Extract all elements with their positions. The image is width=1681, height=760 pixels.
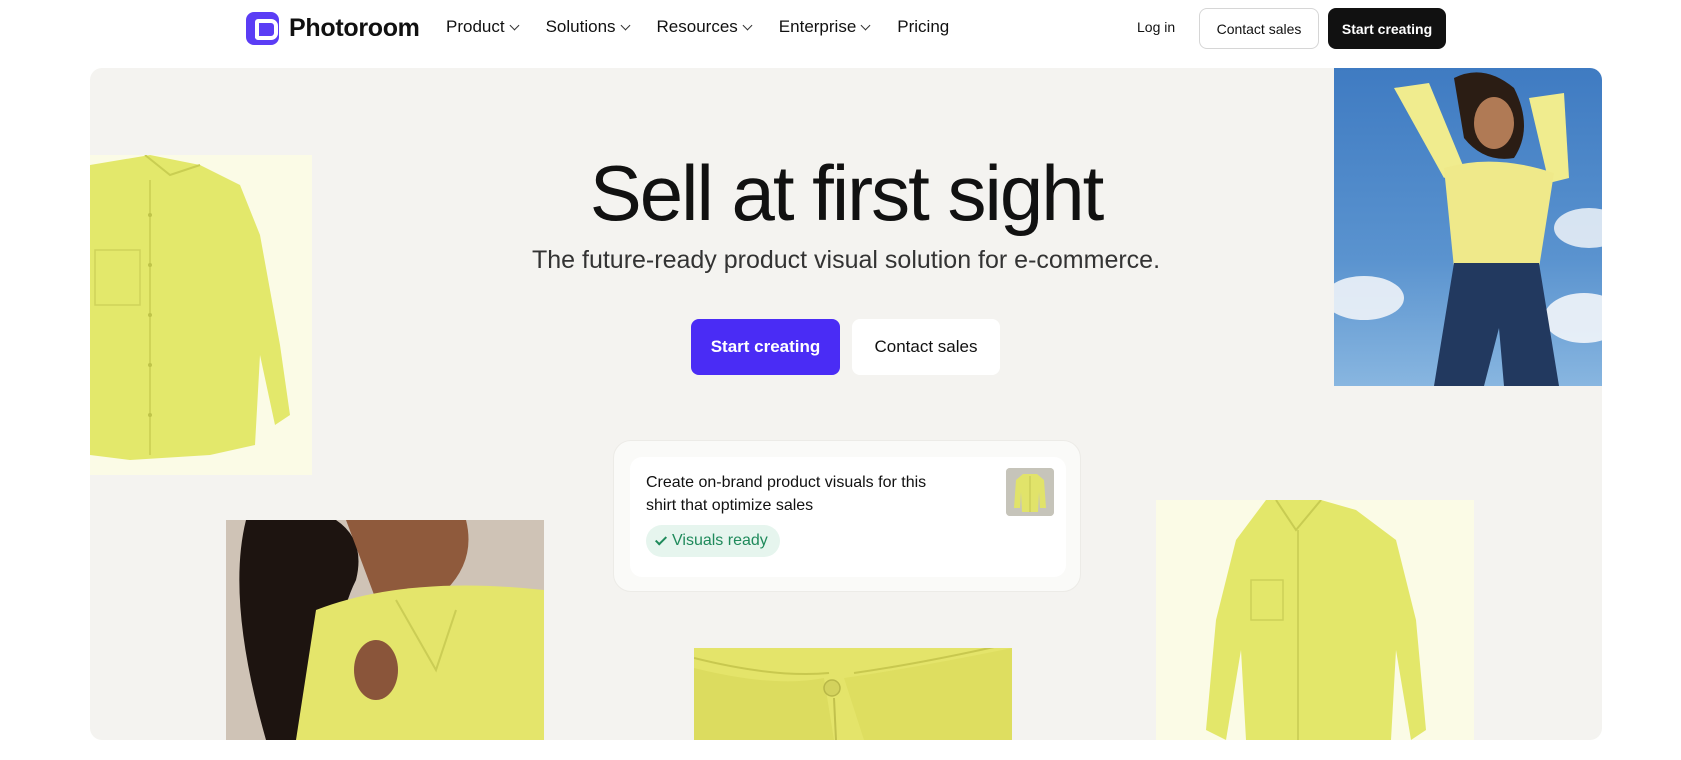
prompt-text: Create on-brand product visuals for this… bbox=[646, 474, 927, 514]
menu-item-label: Product bbox=[446, 17, 505, 36]
start-creating-button[interactable]: Start creating bbox=[691, 319, 840, 375]
hero-cta-row: Start creating Contact sales bbox=[691, 319, 1000, 375]
chevron-down-icon bbox=[620, 20, 630, 30]
logo-text: Photoroom bbox=[289, 14, 420, 42]
chevron-down-icon bbox=[509, 20, 520, 30]
menu-item-label: Enterprise bbox=[778, 17, 857, 36]
hero-title: Sell at first sight bbox=[589, 149, 1105, 237]
logo[interactable]: Photoroom bbox=[246, 12, 420, 45]
photoroom-logo-icon bbox=[246, 12, 279, 45]
menu-item-label: Pricing bbox=[897, 17, 950, 36]
shirt-collar-closeup-image bbox=[694, 648, 1012, 740]
menu-item-label: Resources bbox=[656, 17, 738, 36]
menu-item-solutions[interactable]: Solutions bbox=[545, 17, 630, 37]
start-creating-button[interactable]: Start creating bbox=[1328, 8, 1446, 49]
top-nav: Photoroom Product Solutions Resources En… bbox=[0, 0, 1681, 56]
main-menu: Product Solutions Resources Enterprise P… bbox=[446, 17, 949, 37]
chevron-down-icon bbox=[860, 20, 871, 30]
menu-item-pricing[interactable]: Pricing bbox=[897, 17, 949, 37]
status-badge: Visuals ready bbox=[646, 525, 780, 557]
menu-item-product[interactable]: Product bbox=[446, 17, 520, 37]
chevron-down-icon bbox=[742, 20, 753, 30]
menu-item-label: Solutions bbox=[545, 17, 616, 36]
model-yellow-shirt-closeup-image bbox=[226, 520, 544, 740]
login-link[interactable]: Log in bbox=[1137, 19, 1175, 35]
hero-subtitle: The future-ready product visual solution… bbox=[531, 246, 1161, 274]
menu-item-resources[interactable]: Resources bbox=[656, 17, 753, 37]
contact-sales-button[interactable]: Contact sales bbox=[1199, 8, 1319, 49]
status-text: Visuals ready bbox=[672, 532, 768, 549]
prompt-card-inner: Create on-brand product visuals for this… bbox=[630, 457, 1066, 577]
shirt-thumbnail-image bbox=[1006, 468, 1054, 516]
yellow-shirt-ghost-mannequin-image bbox=[1156, 500, 1474, 740]
hero-section: Sell at first sight The future-ready pro… bbox=[90, 68, 1602, 740]
prompt-card: Create on-brand product visuals for this… bbox=[613, 440, 1081, 592]
check-icon bbox=[654, 532, 668, 546]
contact-sales-button[interactable]: Contact sales bbox=[852, 319, 1000, 375]
menu-item-enterprise[interactable]: Enterprise bbox=[778, 17, 871, 37]
